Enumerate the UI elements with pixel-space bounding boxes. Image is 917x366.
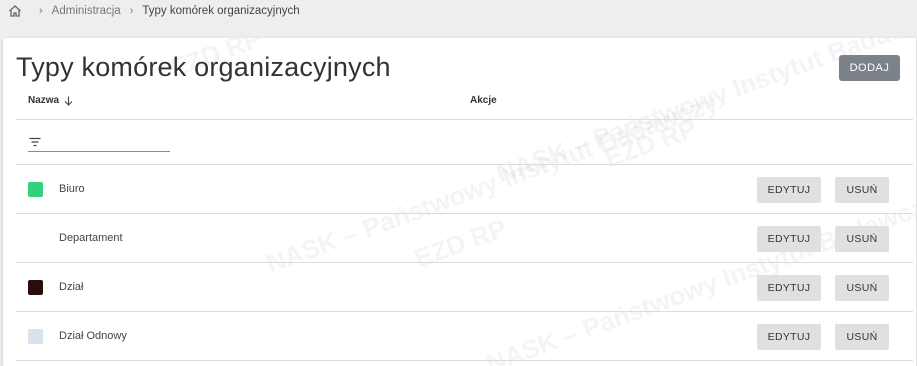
breadcrumb-separator: › — [39, 5, 43, 17]
row-name: Dział — [59, 281, 84, 293]
filter-icon — [28, 136, 42, 148]
delete-button[interactable]: USUŃ — [835, 324, 889, 350]
breadcrumb-current: Typy komórek organizacyjnych — [142, 5, 300, 17]
column-header-name-label: Nazwa — [28, 95, 60, 106]
edit-button[interactable]: EDYTUJ — [757, 177, 821, 203]
row-name: Departament — [59, 232, 123, 244]
add-button[interactable]: DODAJ — [839, 55, 900, 81]
edit-button[interactable]: EDYTUJ — [757, 226, 821, 252]
page-title: Typy komórek organizacyjnych — [16, 52, 391, 82]
row-name: Biuro — [59, 183, 85, 195]
table-row: Dział EDYTUJ USUŃ — [16, 263, 913, 312]
column-header-actions: Akcje — [470, 95, 497, 106]
edit-button[interactable]: EDYTUJ — [757, 324, 821, 350]
table-row: Biuro EDYTUJ USUŃ — [16, 165, 913, 214]
breadcrumb-separator: › — [129, 5, 134, 17]
row-divider — [16, 360, 913, 361]
filter-input[interactable] — [46, 134, 166, 150]
content-card: EZD RP NASK – Państwowy Instytut Badawcz… — [3, 38, 916, 366]
color-swatch — [28, 182, 43, 197]
table-row: Departament EDYTUJ USUŃ — [16, 214, 913, 263]
filter-field[interactable] — [28, 133, 170, 152]
color-swatch — [28, 280, 43, 295]
delete-button[interactable]: USUŃ — [835, 177, 889, 203]
row-name: Dział Odnowy — [59, 330, 127, 342]
edit-button[interactable]: EDYTUJ — [757, 275, 821, 301]
delete-button[interactable]: USUŃ — [835, 226, 889, 252]
table-row: Dział Odnowy EDYTUJ USUŃ — [16, 312, 913, 361]
breadcrumb-link-administracja[interactable]: Administracja — [52, 5, 121, 17]
delete-button[interactable]: USUŃ — [835, 275, 889, 301]
header-divider — [16, 119, 913, 120]
column-header-name[interactable]: Nazwa — [28, 95, 73, 106]
breadcrumb: › Administracja › Typy komórek organizac… — [8, 0, 300, 22]
color-swatch — [28, 329, 43, 344]
arrow-down-icon[interactable] — [64, 96, 73, 106]
home-icon[interactable] — [8, 4, 22, 18]
